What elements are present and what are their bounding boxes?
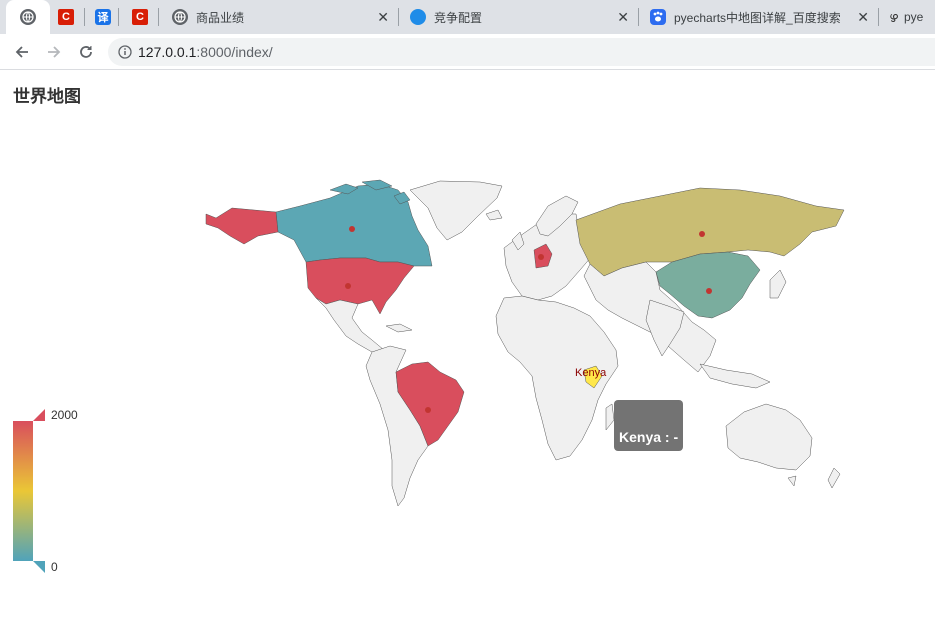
country-tasmania: [787, 475, 797, 487]
visual-map-max-handle: [33, 409, 45, 421]
marker-canada: [349, 226, 355, 232]
marker-usa: [345, 283, 351, 289]
country-canada: [275, 183, 433, 267]
country-mexico: [315, 297, 385, 353]
visual-map-min-handle: [33, 561, 45, 573]
visual-map-min-label: 0: [51, 560, 58, 574]
world-map: [13, 179, 845, 573]
marker-russia: [699, 231, 705, 237]
country-iceland: [485, 209, 503, 221]
visual-map-bar: [13, 421, 33, 561]
country-alaska: [205, 207, 279, 245]
country-australia: [725, 403, 813, 471]
country-japan: [769, 269, 787, 299]
country-se-asia: [699, 363, 771, 389]
marker-brazil: [425, 407, 431, 413]
country-usa: [305, 257, 415, 315]
country-greenland: [409, 180, 503, 241]
kenya-hover-label: Kenya: [575, 367, 607, 379]
visual-map-max-label: 2000: [51, 408, 78, 422]
marker-china: [706, 288, 712, 294]
country-madagascar: [605, 403, 615, 431]
country-caribbean: [385, 323, 413, 333]
map-tooltip: Kenya : -: [614, 400, 683, 451]
marker-germany: [538, 254, 544, 260]
tooltip-text: Kenya : -: [619, 429, 679, 445]
country-new-zealand: [827, 467, 841, 489]
